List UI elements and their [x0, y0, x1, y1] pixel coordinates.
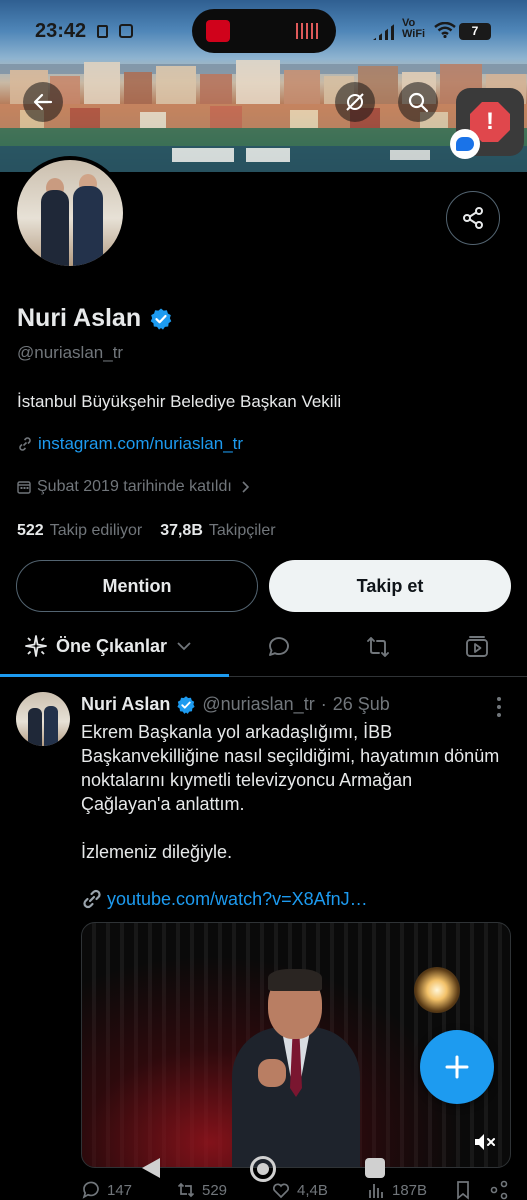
views-action[interactable]: 187B: [366, 1180, 427, 1200]
status-bar: 23:42 Vo WiFi 7: [0, 0, 527, 62]
search-button[interactable]: [398, 82, 438, 122]
vowifi-label: Vo WiFi: [402, 17, 426, 40]
back-button[interactable]: [23, 82, 63, 122]
wifi-icon: [434, 22, 456, 38]
followers-label[interactable]: Takipçiler: [209, 522, 276, 540]
studio-lamp: [414, 967, 460, 1013]
tweet-author-handle[interactable]: @nuriaslan_tr: [202, 694, 314, 715]
tweet-link-text[interactable]: youtube.com/watch?v=X8AfnJ…: [107, 889, 368, 910]
signal-icon: [373, 22, 397, 40]
arrow-left-icon: [33, 93, 53, 111]
profile-banner: 23:42 Vo WiFi 7: [0, 0, 527, 172]
link-icon: [19, 437, 31, 451]
views-icon: [369, 1184, 383, 1198]
live-tv-icon: [206, 20, 230, 42]
verified-badge-icon: [177, 695, 195, 714]
views-count: 187B: [392, 1181, 428, 1199]
nav-back-icon[interactable]: [142, 1158, 160, 1178]
tweet-text-p2: İzlemeniz dileğiyle.: [81, 842, 233, 862]
profile-tabs: Öne Çıkanlar: [0, 620, 527, 677]
repost-count: 529: [202, 1181, 228, 1199]
dynamic-island: [192, 9, 336, 53]
tweet-text-p1: Ekrem Başkanla yol arkadaşlığımı, İBB Ba…: [81, 722, 500, 814]
reply-action[interactable]: 147: [81, 1180, 132, 1200]
hide-button[interactable]: [335, 82, 375, 122]
like-action[interactable]: 4,4B: [271, 1180, 328, 1200]
follow-button[interactable]: Takip et: [269, 560, 511, 612]
nav-home-icon[interactable]: [250, 1156, 276, 1182]
plus-icon: [445, 1055, 469, 1079]
profile-name-text: Nuri Aslan: [17, 304, 142, 332]
following-count[interactable]: 522: [17, 522, 44, 540]
reply-count: 147: [107, 1181, 133, 1199]
chevron-right-icon[interactable]: [238, 480, 252, 494]
tweet-more-button[interactable]: [492, 697, 506, 717]
like-count: 4,4B: [297, 1181, 328, 1199]
bookmark-action[interactable]: [453, 1180, 473, 1200]
battery-level: 7: [471, 24, 479, 38]
profile-link[interactable]: instagram.com/nuriaslan_tr: [17, 434, 243, 454]
following-label[interactable]: Takip ediliyor: [50, 522, 142, 540]
bookmark-icon: [457, 1181, 469, 1200]
repost-action[interactable]: 529: [176, 1180, 227, 1200]
sparkle-icon: [25, 635, 47, 657]
tweet-text: Ekrem Başkanla yol arkadaşlığımı, İBB Ba…: [81, 720, 501, 864]
tweet-author-name[interactable]: Nuri Aslan: [81, 694, 170, 715]
share-icon: [463, 207, 483, 229]
link-icon: [83, 889, 101, 909]
audio-wave-icon: [296, 23, 320, 39]
tweet-avatar[interactable]: [16, 692, 70, 746]
share-action[interactable]: [489, 1180, 509, 1200]
tab-highlights[interactable]: Öne Çıkanlar: [24, 634, 193, 658]
reply-icon: [82, 1181, 99, 1199]
heart-icon: [273, 1183, 289, 1199]
battery-icon: 7: [459, 23, 491, 40]
profile-bio: İstanbul Büyükşehir Belediye Başkan Veki…: [17, 392, 342, 411]
tab-highlights-label: Öne Çıkanlar: [56, 635, 168, 656]
tweet-header: Nuri Aslan @nuriaslan_tr · 26 Şub: [81, 694, 390, 715]
compose-button[interactable]: [420, 1030, 494, 1104]
search-icon: [408, 92, 429, 113]
eye-off-icon: [346, 93, 364, 111]
profile-joined-text: Şubat 2019 tarihinde katıldı: [37, 478, 232, 495]
profile-joined: Şubat 2019 tarihinde katıldı: [17, 478, 252, 496]
tweet-separator: ·: [320, 694, 327, 714]
app-notification-icon: [119, 24, 133, 38]
profile-handle: @nuriaslan_tr: [17, 343, 124, 362]
tab-replies[interactable]: [266, 634, 292, 660]
repost-icon: [177, 1182, 195, 1198]
nav-recents-icon[interactable]: [365, 1158, 385, 1178]
sim-icon: [97, 25, 108, 38]
profile-avatar[interactable]: [13, 156, 127, 270]
profile-stats: 522 Takip ediliyor 37,8B Takipçiler: [17, 522, 276, 540]
tab-active-indicator: [0, 674, 229, 677]
profile-name: Nuri Aslan: [17, 304, 173, 333]
status-time: 23:42: [35, 20, 87, 42]
tweet-link[interactable]: youtube.com/watch?v=X8AfnJ…: [81, 888, 368, 910]
mention-button[interactable]: Mention: [16, 560, 258, 612]
tweet-date[interactable]: 26 Şub: [333, 694, 390, 715]
tab-videos[interactable]: [464, 634, 490, 660]
profile-link-text[interactable]: instagram.com/nuriaslan_tr: [38, 434, 243, 454]
followers-count[interactable]: 37,8B: [160, 522, 203, 540]
chevron-down-icon: [177, 642, 191, 651]
calendar-icon: [17, 481, 31, 494]
messages-badge-icon[interactable]: [450, 129, 480, 159]
tab-reposts[interactable]: [365, 634, 391, 660]
verified-badge-icon[interactable]: [149, 307, 173, 331]
share-button[interactable]: [446, 191, 500, 245]
tweet-actions: 147 529 4,4B 187B: [81, 1180, 527, 1200]
share-icon: [490, 1180, 508, 1200]
